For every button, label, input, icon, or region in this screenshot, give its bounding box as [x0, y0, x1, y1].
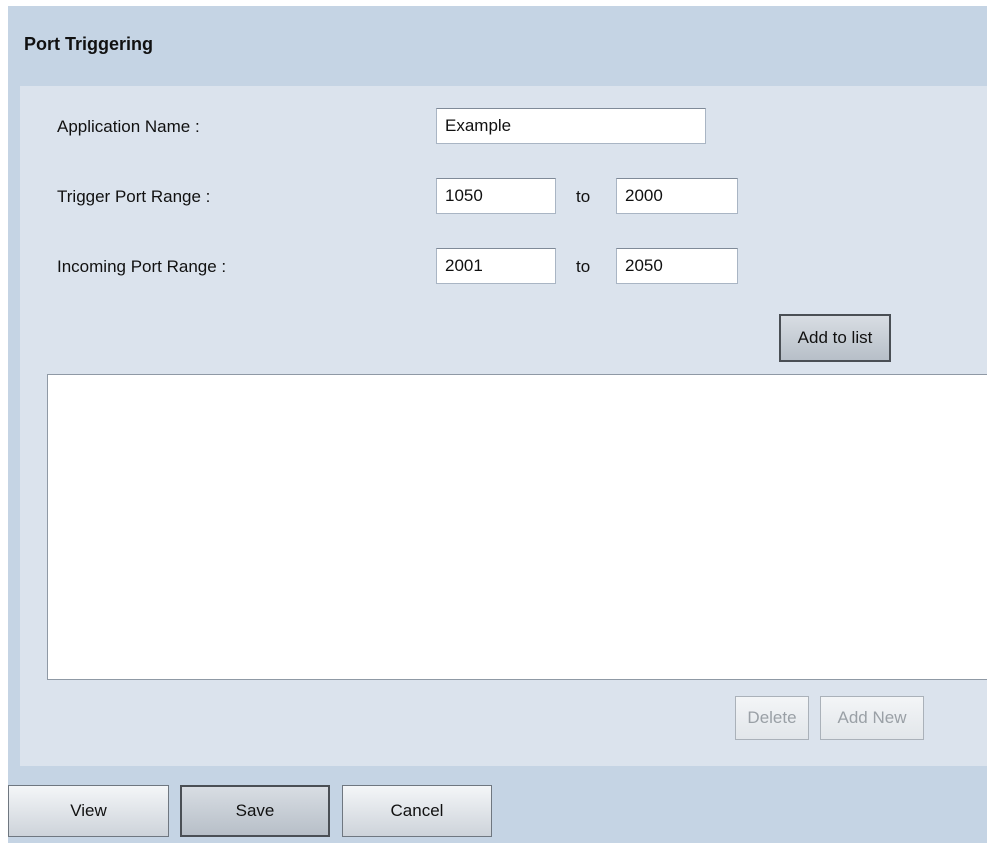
trigger-to-text: to: [576, 187, 591, 206]
page-title: Port Triggering: [24, 34, 154, 54]
view-button[interactable]: View: [8, 785, 169, 837]
incoming-to-text: to: [576, 257, 591, 276]
add-to-list-button[interactable]: Add to list: [779, 314, 891, 362]
port-trigger-list[interactable]: [47, 374, 987, 680]
trigger-port-start-input[interactable]: [436, 178, 556, 214]
application-name-label: Application Name :: [57, 117, 200, 136]
trigger-port-end-input[interactable]: [616, 178, 738, 214]
cancel-button[interactable]: Cancel: [342, 785, 492, 837]
save-button[interactable]: Save: [180, 785, 330, 837]
footer-button-bar: View Save Cancel: [8, 766, 987, 843]
trigger-port-range-label: Trigger Port Range :: [57, 187, 211, 206]
application-name-input[interactable]: [436, 108, 706, 144]
incoming-port-start-input[interactable]: [436, 248, 556, 284]
incoming-port-range-label: Incoming Port Range :: [57, 257, 227, 276]
incoming-port-end-input[interactable]: [616, 248, 738, 284]
add-new-button[interactable]: Add New: [820, 696, 924, 740]
port-triggering-frame: Port Triggering Application Name : Trigg…: [8, 6, 987, 843]
delete-button[interactable]: Delete: [735, 696, 809, 740]
